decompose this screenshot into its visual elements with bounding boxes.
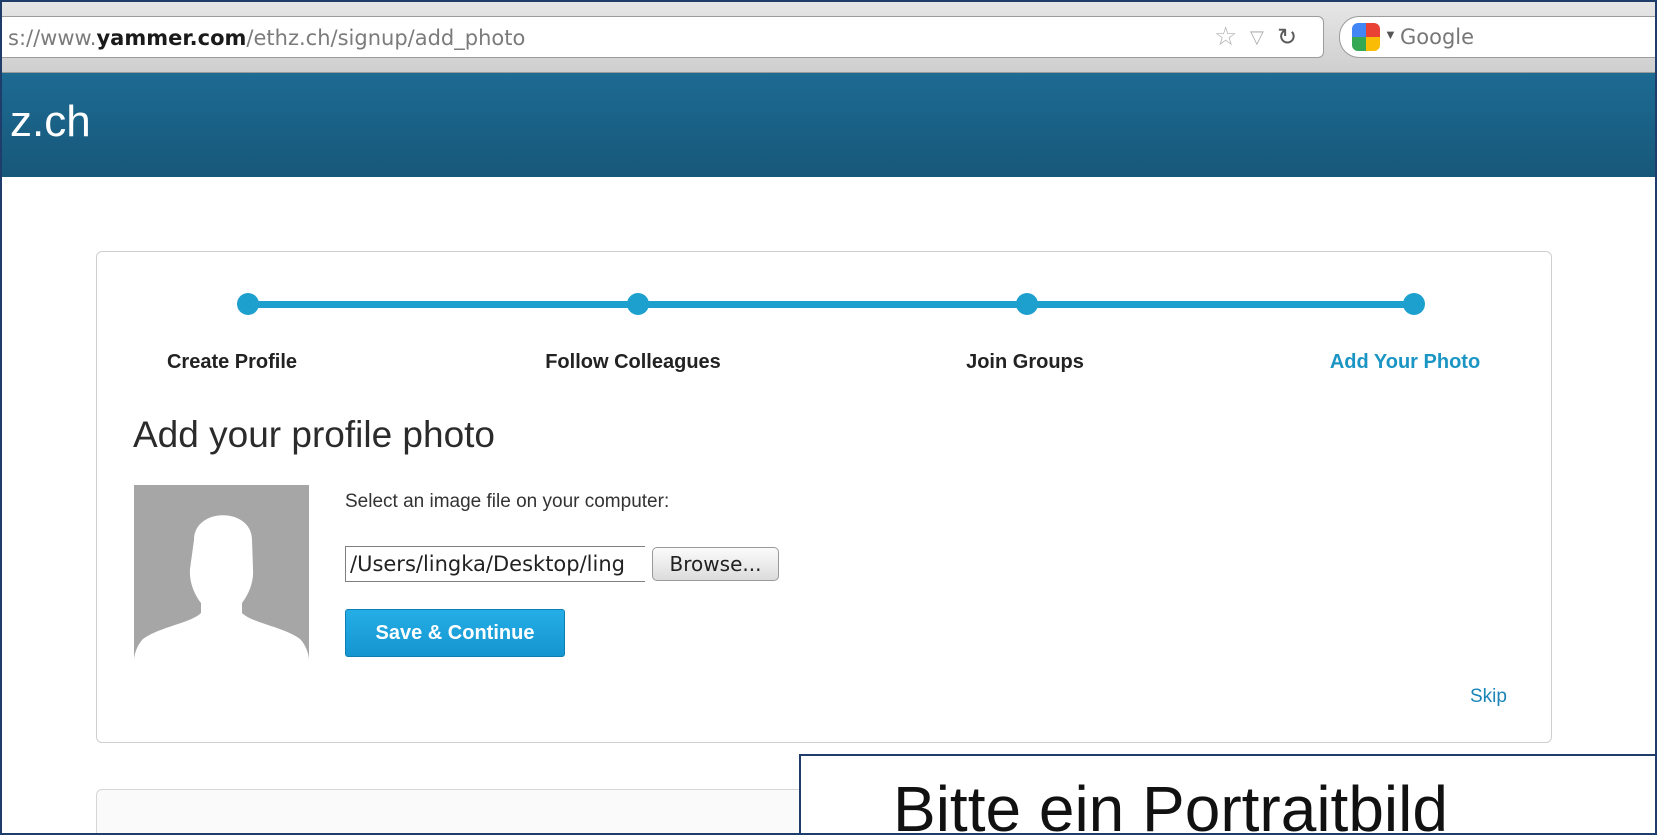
step-label-create-profile: Create Profile bbox=[166, 351, 298, 373]
step-dot-follow-colleagues bbox=[627, 293, 649, 315]
network-header: z.ch bbox=[2, 73, 1655, 177]
screenshot-frame: s://www.yammer.com/ethz.ch/signup/add_ph… bbox=[0, 0, 1657, 835]
step-label-add-photo: Add Your Photo bbox=[1329, 351, 1481, 373]
caption-text: Bitte ein Portraitbild bbox=[893, 773, 1448, 835]
address-bar[interactable]: s://www.yammer.com/ethz.ch/signup/add_ph… bbox=[2, 16, 1324, 58]
url-prefix: s://www. bbox=[8, 26, 97, 50]
address-url: s://www.yammer.com/ethz.ch/signup/add_ph… bbox=[8, 26, 525, 50]
google-search-engine-icon[interactable] bbox=[1352, 23, 1380, 51]
file-path-input[interactable]: /Users/lingka/Desktop/ling bbox=[345, 546, 645, 582]
person-silhouette-icon bbox=[134, 485, 309, 660]
step-label-follow-colleagues: Follow Colleagues bbox=[545, 351, 721, 373]
skip-link[interactable]: Skip bbox=[1470, 686, 1507, 708]
history-dropdown-icon[interactable]: ▽ bbox=[1250, 27, 1264, 48]
network-name: z.ch bbox=[10, 97, 91, 146]
file-path-value: /Users/lingka/Desktop/ling bbox=[350, 552, 625, 576]
step-dot-create-profile bbox=[237, 293, 259, 315]
url-path: /ethz.ch/signup/add_photo bbox=[246, 26, 526, 50]
search-box[interactable]: ▼ Google bbox=[1339, 16, 1655, 58]
search-engine-caret-icon[interactable]: ▼ bbox=[1384, 27, 1397, 42]
browser-toolbar: s://www.yammer.com/ethz.ch/signup/add_ph… bbox=[2, 2, 1655, 73]
step-dot-add-photo bbox=[1403, 293, 1425, 315]
select-image-prompt: Select an image file on your computer: bbox=[345, 491, 670, 512]
browse-button[interactable]: Browse... bbox=[652, 547, 779, 581]
progress-line bbox=[249, 301, 1415, 308]
page-title: Add your profile photo bbox=[133, 414, 496, 455]
reload-icon[interactable]: ↻ bbox=[1277, 23, 1297, 52]
bookmark-star-icon[interactable]: ☆ bbox=[1214, 21, 1237, 52]
step-dot-join-groups bbox=[1016, 293, 1038, 315]
step-label-join-groups: Join Groups bbox=[966, 351, 1084, 373]
signup-card: Create Profile Follow Colleagues Join Gr… bbox=[96, 251, 1552, 743]
caption-overlay: Bitte ein Portraitbild bbox=[799, 754, 1655, 835]
avatar-placeholder bbox=[134, 485, 309, 660]
save-continue-button[interactable]: Save & Continue bbox=[345, 609, 565, 657]
url-domain: yammer.com bbox=[96, 26, 247, 50]
lower-panel bbox=[96, 789, 818, 833]
search-engine-label: Google bbox=[1400, 25, 1475, 49]
